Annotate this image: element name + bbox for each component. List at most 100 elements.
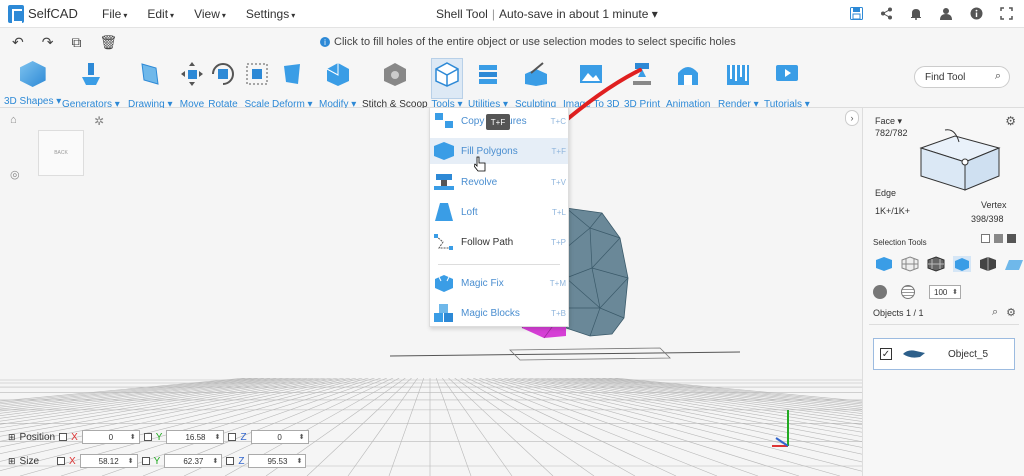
autosave-status[interactable]: Auto-save in about 1 minute ▾ [499, 7, 658, 21]
tool-deform[interactable]: Deform ▾ [272, 58, 313, 110]
tool-stitch-scoop[interactable]: Stitch & Scoop [362, 58, 428, 110]
tools-icon [435, 62, 459, 87]
share-icon[interactable] [878, 5, 894, 21]
light-icon[interactable]: ✲ [94, 114, 104, 128]
menu-settings[interactable]: Settings ▾ [236, 7, 305, 21]
objects-header: Objects 1 / 1 [873, 308, 924, 318]
tool-title: Shell Tool [436, 7, 488, 21]
home-view-icon[interactable]: ⌂ [10, 114, 20, 126]
copy-features-icon [435, 113, 453, 128]
axis-z-label: Z [238, 455, 245, 467]
hand-cursor-icon [474, 156, 486, 172]
move-icon [181, 62, 203, 86]
position-y-lock[interactable] [143, 433, 152, 441]
menu-item-revolve[interactable]: Revolve T+V [430, 169, 568, 195]
tool-tutorials[interactable]: Tutorials ▾ [764, 58, 810, 110]
menu-edit[interactable]: Edit ▾ [137, 7, 184, 21]
menu-view[interactable]: View ▾ [184, 7, 236, 21]
view-cube[interactable]: BACK [38, 130, 84, 176]
objects-header-icons: ⌕ ⚙ [992, 306, 1016, 319]
select-plane-icon[interactable] [1005, 256, 1023, 272]
tool-move[interactable]: Move [176, 58, 208, 110]
tool-modify[interactable]: Modify ▾ [319, 58, 356, 110]
select-face-icon[interactable] [875, 256, 893, 272]
tool-render[interactable]: Render ▾ [718, 58, 759, 110]
top-icons [848, 5, 1014, 21]
menu-item-fill-polygons[interactable]: Fill Polygons T+F [430, 138, 568, 164]
loft-icon [435, 203, 453, 221]
tool-animation[interactable]: Animation [666, 58, 710, 110]
collapse-panel-button[interactable]: › [845, 110, 859, 126]
grid-snap-icon[interactable]: ⊞ [8, 432, 16, 443]
position-x-lock[interactable] [59, 433, 68, 441]
size-y-input[interactable]: 62.37 [164, 454, 223, 468]
target-icon[interactable]: ◎ [10, 168, 20, 181]
objects-divider [869, 324, 1019, 325]
search-icon[interactable]: ⌕ [995, 70, 1001, 83]
menu-item-follow-path[interactable]: Follow Path T+P [430, 229, 568, 255]
menu-item-magic-fix[interactable]: Magic Fix T+M [430, 270, 568, 296]
object-list-item[interactable]: ✓ Object_5 [873, 338, 1015, 370]
select-cube-active-icon[interactable] [953, 256, 971, 272]
position-z-input[interactable]: 0 [250, 430, 309, 444]
position-x-input[interactable]: 0 [81, 430, 140, 444]
save-icon[interactable] [848, 5, 864, 21]
tool-utilities[interactable]: Utilities ▾ [468, 58, 508, 110]
tool-tools[interactable]: Tools ▾ [431, 58, 463, 110]
main-menu: File ▾ Edit ▾ View ▾ Settings ▾ [92, 7, 305, 21]
size-z-lock[interactable] [226, 457, 235, 465]
magic-fix-icon [435, 275, 453, 292]
tool-rotate[interactable]: Rotate [207, 58, 239, 110]
size-z-input[interactable]: 95.53 [248, 454, 307, 468]
object-visibility-checkbox[interactable]: ✓ [880, 348, 892, 360]
size-y-lock[interactable] [141, 457, 150, 465]
size-icon[interactable]: ⊞ [8, 456, 16, 467]
redo-icon[interactable]: ↷ [42, 34, 54, 51]
size-x-lock[interactable] [57, 457, 65, 465]
magic-blocks-icon [434, 304, 453, 322]
select-box-icon[interactable] [981, 234, 990, 243]
size-x-input[interactable]: 58.12 [79, 454, 138, 468]
position-z-lock[interactable] [228, 433, 237, 441]
position-y-input[interactable]: 16.58 [166, 430, 225, 444]
position-label: Position [19, 431, 56, 443]
tool-scale[interactable]: Scale [241, 58, 273, 110]
tool-generators[interactable]: Generators ▾ [62, 58, 120, 110]
selection-mode-dropdown[interactable]: Face ▾ [875, 116, 902, 127]
tool-drawing[interactable]: Drawing ▾ [128, 58, 172, 110]
objects-settings-icon[interactable]: ⚙ [1006, 306, 1016, 319]
selection-box-diagram [919, 129, 1001, 191]
main-toolbar: 3D Shapes ▾ Generators ▾ Drawing ▾ Move … [0, 56, 1024, 110]
gear-icon[interactable]: ⚙ [1005, 114, 1016, 128]
menu-file[interactable]: File ▾ [92, 7, 137, 21]
selection-tool-icons [875, 256, 1023, 272]
right-panel: Face ▾ 782/782 ⚙ Edge 1K+/1K+ Vertex 398… [862, 108, 1024, 476]
menu-item-magic-blocks[interactable]: Magic Blocks T+B [430, 300, 568, 326]
selfcad-logo[interactable]: SelfCAD [8, 4, 86, 23]
undo-icon[interactable]: ↶ [12, 34, 24, 51]
select-cube-icon[interactable] [994, 234, 1003, 243]
tool-3d-shapes[interactable]: 3D Shapes ▾ [4, 58, 61, 107]
copy-icon[interactable]: ⧉ [71, 34, 81, 51]
drawing-icon [141, 63, 159, 85]
brush-sphere-icon[interactable] [901, 285, 915, 299]
user-icon[interactable] [938, 5, 954, 21]
hint-text: Click to fill holes of the entire object… [334, 36, 736, 48]
select-dark-cube-icon[interactable] [979, 256, 997, 272]
select-all-icon[interactable] [1007, 234, 1016, 243]
bell-icon[interactable] [908, 5, 924, 21]
hint-message: i Click to fill holes of the entire obje… [320, 36, 736, 48]
search-objects-icon[interactable]: ⌕ [992, 306, 998, 319]
expand-icon[interactable] [998, 5, 1014, 21]
select-wire-icon[interactable] [927, 256, 945, 272]
trash-icon[interactable]: 🗑 [99, 34, 117, 51]
info-icon[interactable] [968, 5, 984, 21]
select-grid-icon[interactable] [901, 256, 919, 272]
selection-mini-icons [981, 234, 1016, 243]
menu-item-loft[interactable]: Loft T+L [430, 199, 568, 225]
object-name: Object_5 [948, 348, 989, 360]
tools-dropdown: Copy Features T+C Fill Polygons T+F Revo… [429, 107, 569, 327]
brush-size-input[interactable]: 100 [929, 285, 961, 299]
find-tool-input[interactable]: Find Tool ⌕ [914, 66, 1010, 88]
brush-circle-icon[interactable] [873, 285, 887, 299]
